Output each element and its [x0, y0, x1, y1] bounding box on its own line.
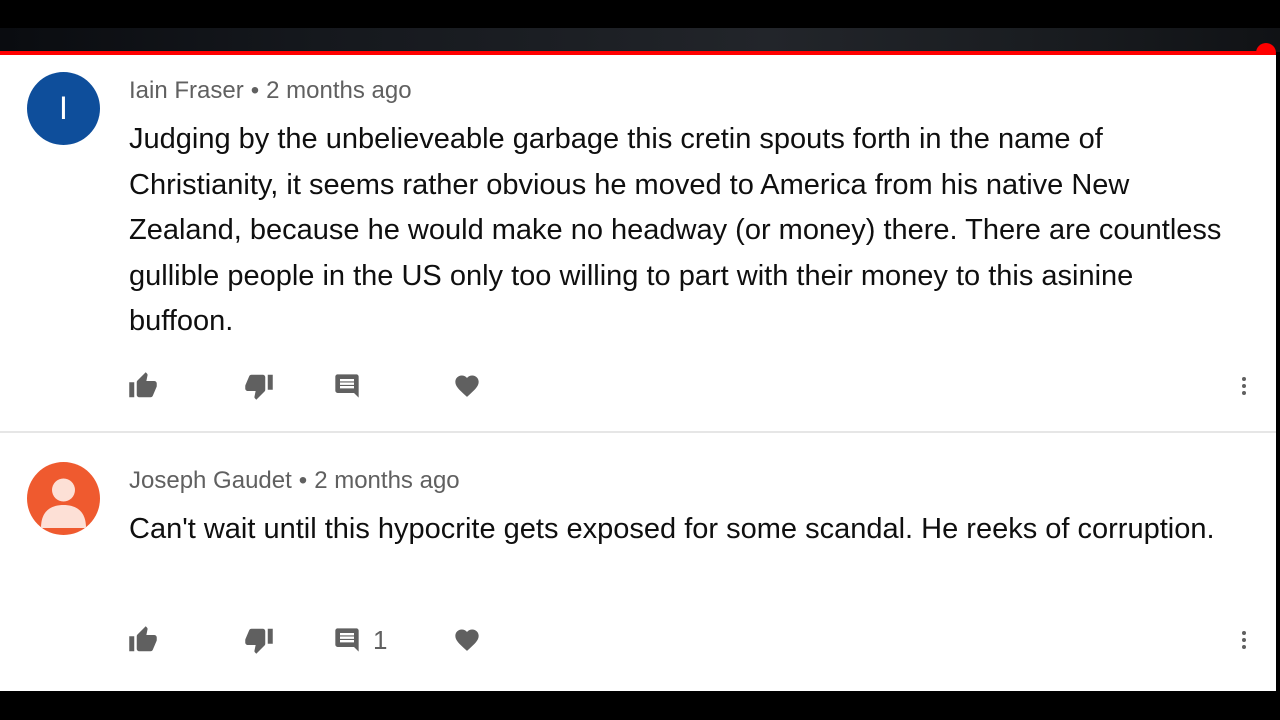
- like-button[interactable]: [128, 620, 158, 660]
- avatar-letter: I: [59, 90, 68, 126]
- more-options-button[interactable]: [1232, 366, 1256, 406]
- app-frame: I Iain Fraser • 2 months ago Judging by th…: [0, 0, 1280, 720]
- comment-time[interactable]: 2 months ago: [314, 467, 459, 494]
- reply-count: 1: [373, 624, 388, 655]
- comment-item: Joseph Gaudet • 2 months ago Can't wait un…: [0, 433, 1276, 691]
- heart-button[interactable]: [453, 366, 481, 406]
- comment-item: I Iain Fraser • 2 months ago Judging by th…: [0, 55, 1276, 431]
- comment-meta: Iain Fraser • 2 months ago: [129, 77, 412, 105]
- reply-icon: [333, 372, 361, 400]
- meta-separator: •: [250, 77, 260, 104]
- avatar[interactable]: [27, 462, 100, 535]
- reply-button[interactable]: 1: [333, 620, 387, 660]
- comments-panel: I Iain Fraser • 2 months ago Judging by th…: [0, 55, 1276, 691]
- comment-author[interactable]: Iain Fraser: [129, 77, 244, 104]
- more-vert-icon: [1232, 626, 1256, 654]
- dislike-button[interactable]: [244, 620, 274, 660]
- heart-button[interactable]: [453, 620, 481, 660]
- comment-meta: Joseph Gaudet • 2 months ago: [129, 467, 460, 495]
- dislike-button[interactable]: [244, 366, 274, 406]
- avatar[interactable]: I: [27, 72, 100, 145]
- comment-text: Judging by the unbelieveable garbage thi…: [129, 123, 1222, 337]
- meta-separator: •: [298, 467, 308, 494]
- comment-actions: [0, 366, 1276, 406]
- more-options-button[interactable]: [1232, 620, 1256, 660]
- thumb-down-icon: [244, 371, 274, 401]
- reply-button[interactable]: [333, 366, 373, 406]
- thumb-up-icon: [128, 625, 158, 655]
- like-button[interactable]: [128, 366, 158, 406]
- heart-icon: [453, 626, 481, 654]
- comment-time[interactable]: 2 months ago: [266, 77, 411, 104]
- heart-icon: [453, 372, 481, 400]
- thumb-up-icon: [128, 371, 158, 401]
- person-icon: [27, 478, 100, 535]
- thumb-down-icon: [244, 625, 274, 655]
- comment-text: Can't wait until this hypocrite gets exp…: [129, 513, 1215, 545]
- comment-author[interactable]: Joseph Gaudet: [129, 467, 292, 494]
- comment-actions: 1: [0, 620, 1276, 660]
- video-player-edge[interactable]: [0, 28, 1280, 52]
- reply-icon: [333, 626, 361, 654]
- more-vert-icon: [1232, 372, 1256, 400]
